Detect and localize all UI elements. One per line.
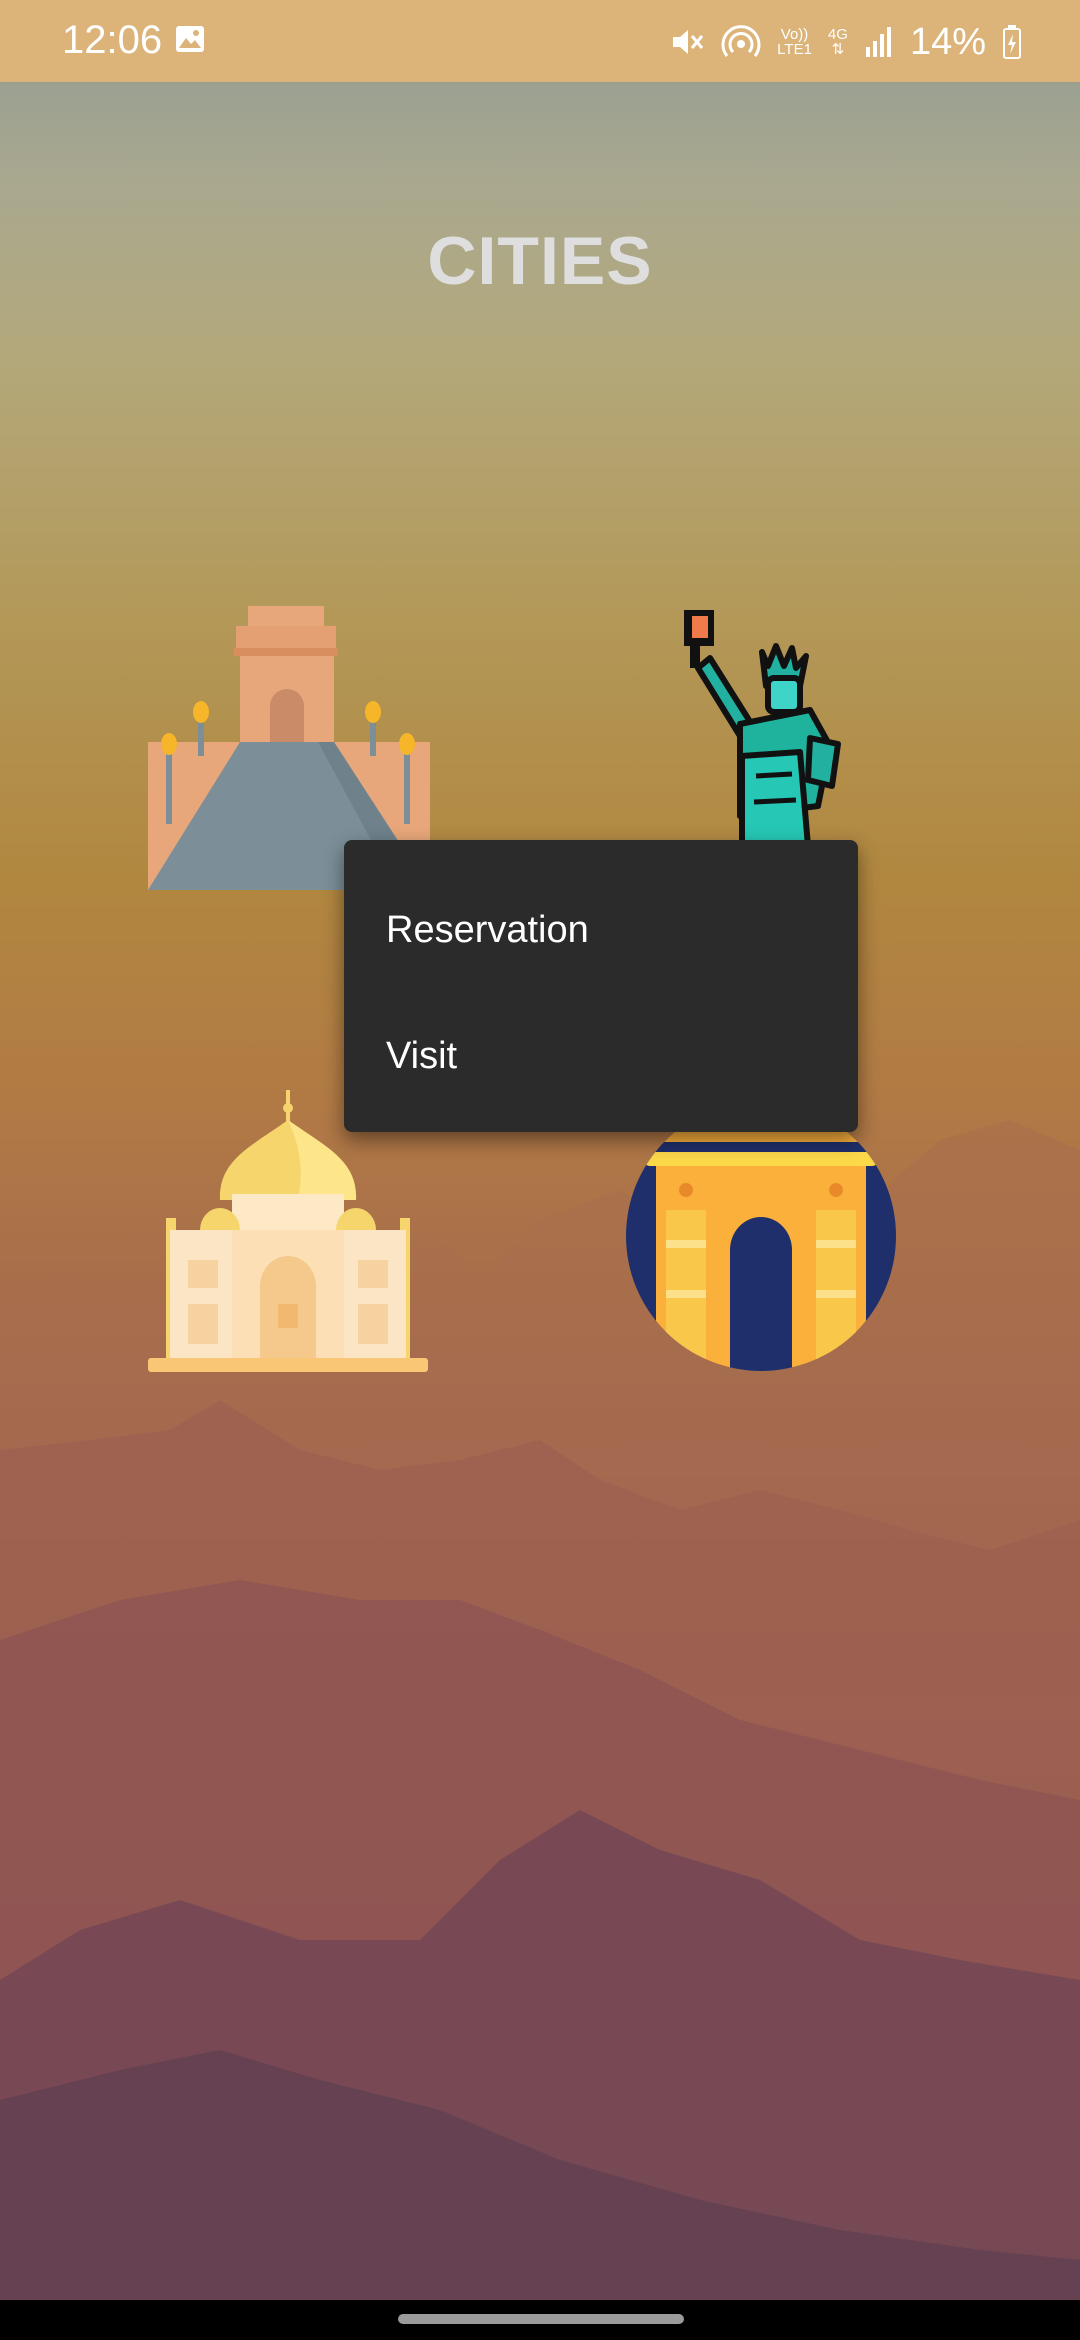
status-time: 12:06 bbox=[62, 18, 163, 62]
statue-of-liberty-icon[interactable] bbox=[680, 606, 850, 846]
signal-icon bbox=[865, 27, 891, 57]
battery-percent: 14% bbox=[909, 20, 986, 63]
menu-item-visit[interactable]: Visit bbox=[344, 996, 858, 1116]
menu-item-reservation[interactable]: Reservation bbox=[344, 870, 858, 990]
battery-charging-icon bbox=[1003, 25, 1021, 59]
mute-icon bbox=[673, 30, 704, 54]
home-gesture-handle[interactable] bbox=[398, 2314, 684, 2324]
image-icon bbox=[176, 26, 204, 52]
network-label: Vo)) LTE1 bbox=[777, 26, 812, 58]
navigation-bar bbox=[0, 2300, 1080, 2340]
menu-item-label: Reservation bbox=[386, 908, 589, 951]
app-screen: 12:06 Vo)) LTE1 4G ⇅ 14% CITIES Reservat… bbox=[0, 0, 1080, 2340]
context-menu: Reservation Visit bbox=[344, 840, 858, 1132]
status-icons: Vo)) LTE1 4G ⇅ 14% bbox=[669, 14, 1022, 70]
india-gate-icon[interactable] bbox=[626, 1100, 896, 1372]
page-title: CITIES bbox=[427, 223, 653, 299]
menu-item-label: Visit bbox=[386, 1034, 458, 1077]
taj-mahal-icon[interactable] bbox=[148, 1090, 428, 1372]
status-bar: 12:06 Vo)) LTE1 4G ⇅ 14% bbox=[0, 0, 1080, 82]
hotspot-icon bbox=[721, 25, 761, 57]
net-type: 4G ⇅ bbox=[827, 26, 848, 58]
